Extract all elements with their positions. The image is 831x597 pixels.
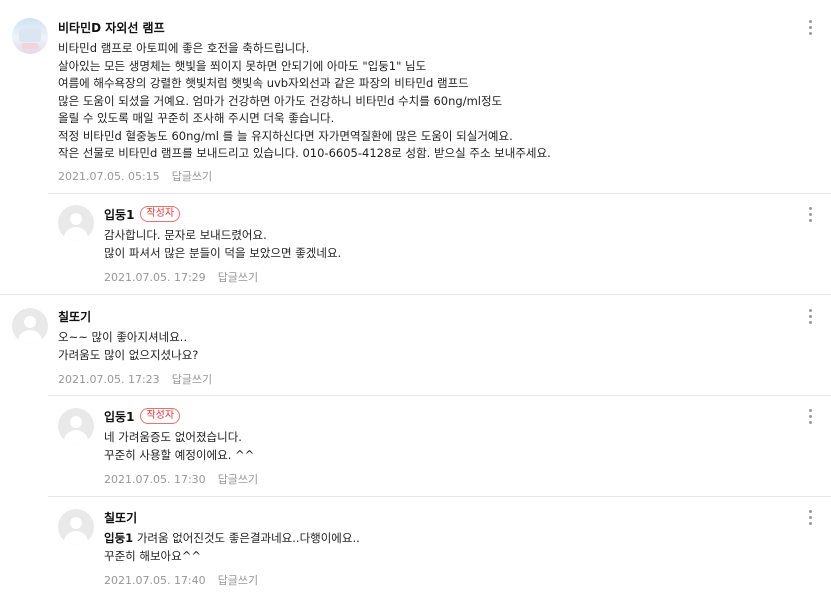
more-options-icon[interactable] bbox=[809, 20, 813, 36]
comment-text: 감사합니다. 문자로 보내드렸어요. 많이 파셔서 많은 분들이 덕을 보았으면… bbox=[104, 228, 342, 260]
more-options-icon[interactable] bbox=[809, 309, 813, 325]
comment-item: 비타민D 자외선 램프 비타민d 램프로 아토피에 좋은 호전을 축하드립니다.… bbox=[0, 0, 831, 190]
reply-button[interactable]: 답글쓰기 bbox=[172, 373, 212, 386]
comment-author[interactable]: 입둥1 bbox=[104, 206, 134, 223]
comment-date: 2021.07.05. 17:40 bbox=[104, 574, 206, 587]
comment-author[interactable]: 비타민D 자외선 램프 bbox=[58, 19, 165, 36]
comment-text: 비타민d 램프로 아토피에 좋은 호전을 축하드립니다. 살아있는 모든 생명체… bbox=[58, 41, 551, 160]
comment-date: 2021.07.05. 17:29 bbox=[104, 271, 206, 284]
comment-text: 입둥1 가려움 없어진것도 좋은결과네요..다행이에요.. 꾸준히 해보아요^^ bbox=[104, 531, 360, 563]
reply-item: 입둥1 작성자 감사합니다. 문자로 보내드렸어요. 많이 파셔서 많은 분들이… bbox=[0, 193, 831, 293]
avatar[interactable] bbox=[58, 408, 94, 444]
more-options-icon[interactable] bbox=[809, 207, 813, 223]
comment-author[interactable]: 칠또기 bbox=[58, 308, 91, 325]
more-options-icon[interactable] bbox=[809, 409, 813, 425]
comment-date: 2021.07.05. 17:30 bbox=[104, 473, 206, 486]
author-badge: 작성자 bbox=[140, 206, 181, 222]
author-badge: 작성자 bbox=[140, 408, 181, 424]
mention[interactable]: 입둥1 bbox=[104, 531, 133, 545]
avatar[interactable] bbox=[58, 509, 94, 545]
comment-author[interactable]: 칠또기 bbox=[104, 509, 137, 526]
reply-item: 입둥1 작성자 네 가려움증도 없어졌습니다. 꾸준히 사용할 예정이에요. ^… bbox=[0, 395, 831, 495]
reply-button[interactable]: 답글쓰기 bbox=[218, 574, 258, 587]
avatar[interactable] bbox=[12, 308, 48, 344]
comment-text: 오~~ 많이 좋아지셔네요.. 가려움도 많이 없으지셨나요? bbox=[58, 330, 199, 362]
reply-item: 칠또기 입둥1 가려움 없어진것도 좋은결과네요..다행이에요.. 꾸준히 해보… bbox=[0, 496, 831, 597]
reply-button[interactable]: 답글쓰기 bbox=[218, 473, 258, 486]
comment-date: 2021.07.05. 17:23 bbox=[58, 373, 160, 386]
comment-date: 2021.07.05. 05:15 bbox=[58, 170, 160, 183]
reply-button[interactable]: 답글쓰기 bbox=[218, 271, 258, 284]
avatar[interactable] bbox=[58, 205, 94, 241]
more-options-icon[interactable] bbox=[809, 510, 813, 526]
avatar[interactable] bbox=[12, 18, 48, 54]
reply-button[interactable]: 답글쓰기 bbox=[172, 170, 212, 183]
comment-author[interactable]: 입둥1 bbox=[104, 408, 134, 425]
comment-text: 네 가려움증도 없어졌습니다. 꾸준히 사용할 예정이에요. ^^ bbox=[104, 430, 255, 462]
comment-item: 칠또기 오~~ 많이 좋아지셔네요.. 가려움도 많이 없으지셨나요? 2021… bbox=[0, 294, 831, 395]
